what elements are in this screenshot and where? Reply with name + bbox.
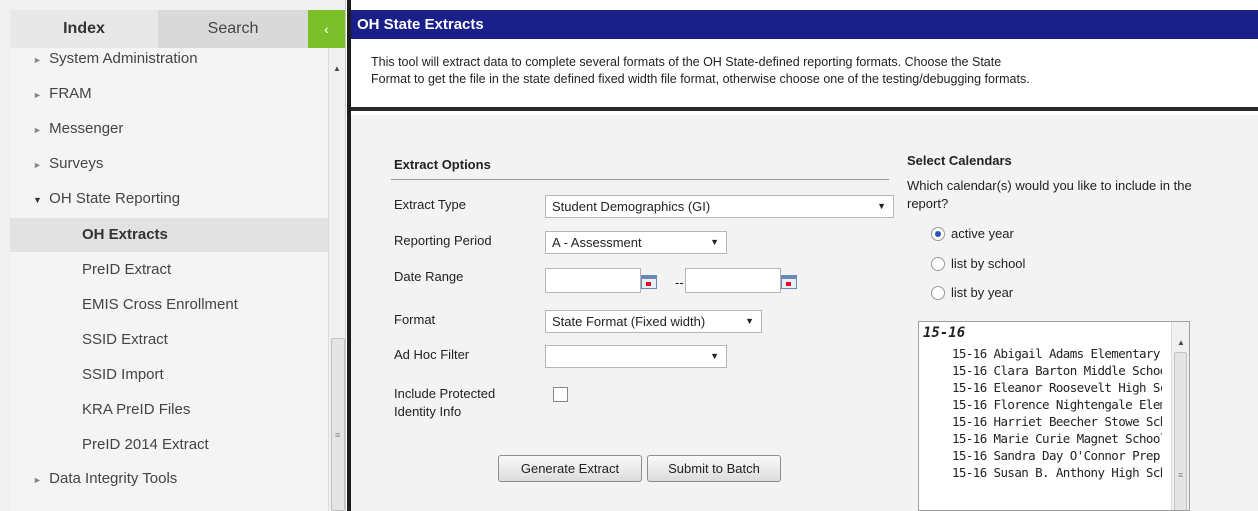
- extract-options-heading: Extract Options: [394, 157, 491, 172]
- calendar-option[interactable]: 15-16 Abigail Adams Elementary: [952, 346, 1162, 361]
- tree-item-label: FRAM: [49, 85, 92, 102]
- radio-label: list by year: [951, 285, 1014, 300]
- protected-identity-label-line-2: Identity Info: [394, 404, 462, 419]
- reporting-period-label: Reporting Period: [394, 233, 492, 248]
- calendar-option[interactable]: 15-16 Clara Barton Middle School: [952, 363, 1162, 378]
- radio-label: list by school: [951, 256, 1026, 271]
- calendar-option[interactable]: 15-16 Harriet Beecher Stowe School: [952, 414, 1162, 429]
- tree-item-ssid-extract[interactable]: SSID Extract: [10, 323, 328, 357]
- chevron-down-icon: ▼: [710, 237, 719, 247]
- scroll-up-icon[interactable]: ▲: [1177, 338, 1185, 347]
- expand-arrow-icon: ►: [33, 55, 42, 65]
- intro-line-1: This tool will extract data to complete …: [371, 55, 1002, 69]
- format-select[interactable]: State Format (Fixed width) ▼: [545, 310, 762, 333]
- protected-identity-label-line-1: Include Protected: [394, 386, 496, 401]
- main-panel: OH State Extracts This tool will extract…: [347, 0, 1258, 511]
- generate-extract-button[interactable]: Generate Extract: [498, 455, 642, 482]
- select-calendars-heading: Select Calendars: [907, 153, 1012, 168]
- protected-identity-checkbox[interactable]: [553, 387, 568, 402]
- tree-item-label: Data Integrity Tools: [49, 470, 178, 487]
- tree-item-preid-extract[interactable]: PreID Extract: [10, 253, 328, 287]
- calendar-year-group: 15-16: [923, 325, 966, 341]
- extract-type-value: Student Demographics (GI): [552, 199, 711, 214]
- calendar-listbox[interactable]: 15-16 15-16 Abigail Adams Elementary 15-…: [918, 321, 1190, 511]
- radio-button-selected[interactable]: [931, 227, 945, 241]
- tree-item-emis-cross-enrollment[interactable]: EMIS Cross Enrollment: [10, 288, 328, 322]
- tree-item-ssid-import[interactable]: SSID Import: [10, 358, 328, 392]
- expand-arrow-icon: ►: [33, 475, 42, 485]
- submit-to-batch-button[interactable]: Submit to Batch: [647, 455, 781, 482]
- tree-item-oh-extracts[interactable]: OH Extracts: [10, 218, 328, 252]
- extract-form: Extract Options Extract Type Student Dem…: [351, 115, 1258, 511]
- calendar-question-line-2: report?: [907, 196, 949, 211]
- navigation-tree: ► System Administration ► FRAM ► Messeng…: [10, 48, 328, 511]
- extract-type-select[interactable]: Student Demographics (GI) ▼: [545, 195, 894, 218]
- expand-arrow-icon: ►: [33, 90, 42, 100]
- date-range-label: Date Range: [394, 269, 464, 284]
- protected-identity-label: Include Protected Identity Info: [394, 385, 495, 421]
- page-title: OH State Extracts: [351, 10, 1258, 39]
- start-date-field[interactable]: [545, 268, 641, 293]
- tree-item-messenger[interactable]: ► Messenger: [10, 112, 328, 146]
- tree-item-fram[interactable]: ► FRAM: [10, 77, 328, 111]
- radio-button[interactable]: [931, 286, 945, 300]
- chevron-down-icon: ▼: [745, 316, 754, 326]
- tree-item-oh-state-reporting[interactable]: ▼ OH State Reporting: [10, 182, 328, 216]
- date-range-separator: --: [675, 275, 684, 290]
- format-value: State Format (Fixed width): [552, 314, 706, 329]
- tree-item-system-administration[interactable]: ► System Administration: [10, 42, 328, 76]
- intro-line-2: Format to get the file in the state defi…: [371, 72, 1030, 86]
- calendar-option[interactable]: 15-16 Florence Nightengale Elementary: [952, 397, 1162, 412]
- chevron-down-icon: ▼: [877, 201, 886, 211]
- ad-hoc-filter-label: Ad Hoc Filter: [394, 347, 470, 362]
- chevron-down-icon: ▼: [710, 351, 719, 361]
- reporting-period-value: A - Assessment: [552, 235, 642, 250]
- collapse-arrow-icon: ▼: [33, 195, 42, 205]
- intro-text: This tool will extract data to complete …: [351, 39, 1258, 111]
- expand-arrow-icon: ►: [33, 125, 42, 135]
- tree-item-label: System Administration: [49, 50, 198, 67]
- tree-item-data-integrity-tools[interactable]: ► Data Integrity Tools: [10, 462, 328, 496]
- calendar-option[interactable]: 15-16 Eleanor Roosevelt High School: [952, 380, 1162, 395]
- calendar-icon[interactable]: [641, 275, 657, 289]
- tree-item-label: Messenger: [49, 120, 124, 137]
- reporting-period-select[interactable]: A - Assessment ▼: [545, 231, 727, 254]
- extract-type-label: Extract Type: [394, 197, 467, 212]
- sidebar: Index Search ‹ ► System Administration ►…: [0, 0, 346, 511]
- grip-icon: ≡: [335, 430, 341, 440]
- format-label: Format: [394, 312, 436, 327]
- tree-item-label: OH State Reporting: [49, 190, 181, 207]
- calendar-question-line-1: Which calendar(s) would you like to incl…: [907, 178, 1192, 193]
- scrollbar-thumb[interactable]: ≡: [1174, 352, 1187, 510]
- calendar-option[interactable]: 15-16 Susan B. Anthony High School: [952, 465, 1162, 480]
- grip-icon: ≡: [1178, 470, 1184, 480]
- calendar-scrollbar[interactable]: ▲ ≡: [1171, 322, 1189, 510]
- scroll-up-icon[interactable]: ▲: [333, 64, 341, 73]
- ad-hoc-filter-select[interactable]: ▼: [545, 345, 727, 368]
- radio-button[interactable]: [931, 257, 945, 271]
- sidebar-scrollbar[interactable]: ▲ ≡: [328, 48, 345, 511]
- expand-arrow-icon: ►: [33, 160, 42, 170]
- tree-item-preid-2014-extract[interactable]: PreID 2014 Extract: [10, 428, 328, 462]
- radio-label: active year: [951, 226, 1014, 241]
- end-date-field[interactable]: [685, 268, 781, 293]
- calendar-option[interactable]: 15-16 Marie Curie Magnet School: [952, 431, 1162, 446]
- scrollbar-thumb[interactable]: ≡: [331, 338, 345, 511]
- tree-item-kra-preid-files[interactable]: KRA PreID Files: [10, 393, 328, 427]
- tree-item-surveys[interactable]: ► Surveys: [10, 147, 328, 181]
- calendar-option[interactable]: 15-16 Sandra Day O'Connor Prep: [952, 448, 1162, 463]
- tree-item-label: Surveys: [49, 155, 104, 172]
- divider: [391, 179, 889, 180]
- calendar-question: Which calendar(s) would you like to incl…: [907, 177, 1252, 213]
- chevron-left-icon: ‹: [324, 21, 329, 37]
- sidebar-tabs: Index Search ‹: [0, 0, 345, 48]
- calendar-icon[interactable]: [781, 275, 797, 289]
